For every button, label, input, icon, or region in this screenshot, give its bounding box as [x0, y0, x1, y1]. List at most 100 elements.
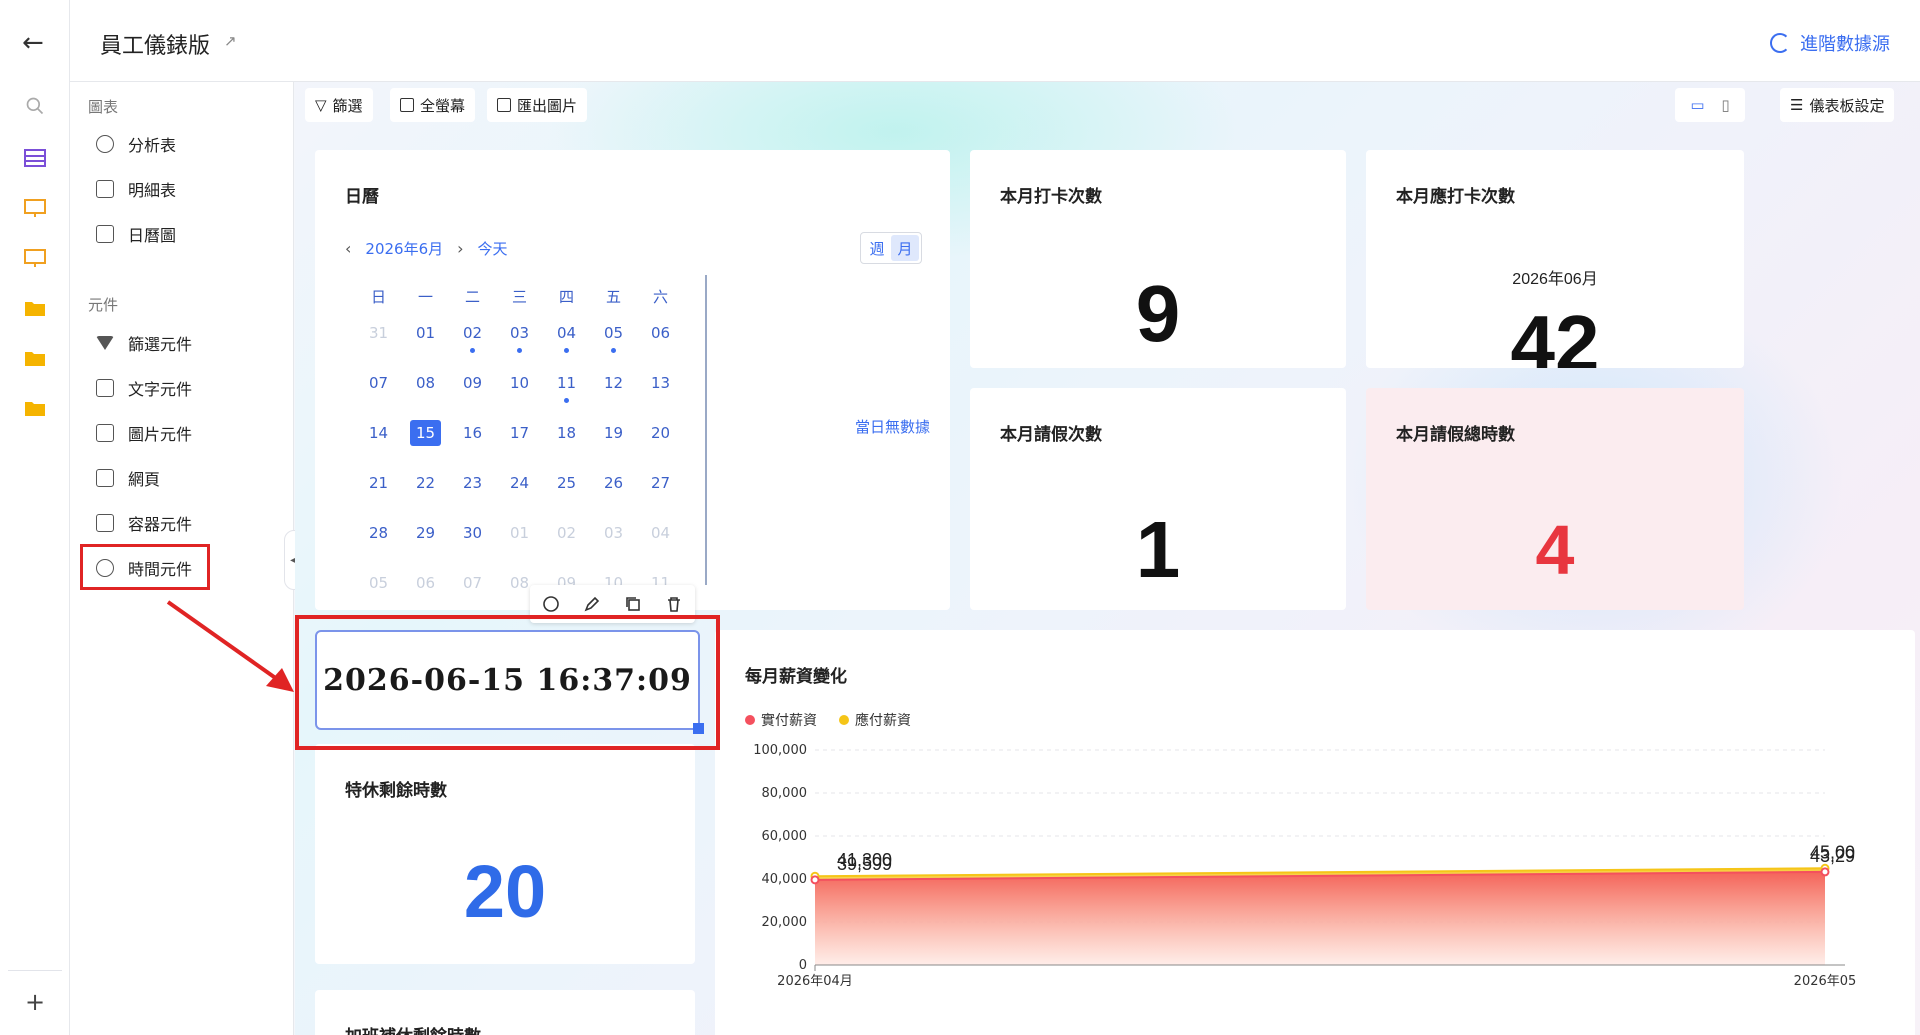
back-arrow-icon[interactable]: ← [22, 28, 44, 58]
calendar-day[interactable]: 01 [402, 316, 449, 366]
edit-pencil-icon[interactable] [583, 595, 601, 613]
calendar-day[interactable]: 19 [590, 416, 637, 466]
calendar-day[interactable]: 05 [355, 566, 402, 610]
calendar-day[interactable]: 17 [496, 416, 543, 466]
calendar-day[interactable]: 11 [543, 366, 590, 416]
calendar-day[interactable]: 02 [543, 516, 590, 566]
calendar-divider [705, 275, 707, 585]
panel-item-container-component[interactable]: 容器元件 [96, 506, 192, 540]
calendar-day[interactable]: 16 [449, 416, 496, 466]
device-toggle[interactable]: ▭ ▯ [1675, 88, 1745, 122]
calendar-day[interactable]: 06 [637, 316, 684, 366]
calendar-day[interactable]: 20 [637, 416, 684, 466]
calendar-day[interactable]: 07 [355, 366, 402, 416]
calendar-day[interactable]: 26 [590, 466, 637, 516]
calendar-week-row: 07 08 09 10 11 12 13 [355, 366, 685, 416]
text-icon [96, 379, 114, 397]
panel-item-detail-table[interactable]: 明細表 [96, 172, 176, 206]
dashboard-active-icon[interactable] [23, 248, 47, 268]
calendar-day-number: 22 [415, 474, 436, 492]
calendar-day-number: 02 [462, 324, 483, 342]
next-month-icon[interactable]: › [457, 239, 463, 258]
fullscreen-icon [400, 98, 414, 112]
calendar-day[interactable]: 03 [590, 516, 637, 566]
event-dot [517, 348, 522, 353]
legend-item-actual[interactable]: 實付薪資 [745, 710, 817, 730]
y-tick-label: 40,000 [762, 872, 808, 887]
calendar-day[interactable]: 21 [355, 466, 402, 516]
folder-icon[interactable] [23, 298, 47, 318]
dataset-icon[interactable] [23, 148, 47, 168]
calendar-day-number: 12 [603, 374, 624, 392]
calendar-day[interactable]: 29 [402, 516, 449, 566]
dashboard-icon[interactable] [23, 198, 47, 218]
calendar-day[interactable]: 30 [449, 516, 496, 566]
open-external-icon[interactable]: ↗ [224, 32, 237, 50]
style-palette-icon[interactable] [542, 595, 560, 613]
legend-item-payable[interactable]: 應付薪資 [839, 710, 911, 730]
panel-item-label: 明細表 [128, 181, 177, 200]
calendar-day[interactable]: 14 [355, 416, 402, 466]
panel-item-analysis-table[interactable]: 分析表 [96, 127, 176, 161]
calendar-day-selected[interactable]: 15 [402, 416, 449, 466]
calendar-day[interactable]: 12 [590, 366, 637, 416]
prev-month-icon[interactable]: ‹ [345, 239, 351, 258]
folder-icon[interactable] [23, 398, 47, 418]
panel-item-webpage[interactable]: 網頁 [96, 461, 160, 495]
calendar-day[interactable]: 05 [590, 316, 637, 366]
calendar-day[interactable]: 06 [402, 566, 449, 610]
folder-icon[interactable] [23, 348, 47, 368]
data-point [810, 875, 820, 885]
delete-trash-icon[interactable] [665, 595, 683, 613]
mobile-icon[interactable]: ▯ [1721, 96, 1729, 114]
calendar-day[interactable]: 07 [449, 566, 496, 610]
calendar-day-number: 25 [556, 474, 577, 492]
calendar-day[interactable]: 02 [449, 316, 496, 366]
month-view-button[interactable]: 月 [891, 235, 919, 261]
panel-item-filter-component[interactable]: 篩選元件 [96, 326, 192, 360]
copy-icon[interactable] [624, 595, 642, 613]
calendar-day[interactable]: 27 [637, 466, 684, 516]
fullscreen-button[interactable]: 全螢幕 [390, 88, 476, 122]
calendar-day[interactable]: 10 [496, 366, 543, 416]
export-image-button[interactable]: 匯出圖片 [487, 88, 588, 122]
today-button[interactable]: 今天 [478, 238, 508, 259]
calendar-day[interactable]: 25 [543, 466, 590, 516]
panel-item-image-component[interactable]: 圖片元件 [96, 416, 192, 450]
week-view-button[interactable]: 週 [863, 235, 891, 261]
calendar-day-number: 18 [556, 424, 577, 442]
filter-button[interactable]: ▽ 篩選 [305, 88, 373, 122]
calendar-day-number: 07 [368, 374, 389, 392]
calendar-day[interactable]: 24 [496, 466, 543, 516]
x-tick-label: 2026年04月 [777, 974, 853, 989]
calendar-day[interactable]: 01 [496, 516, 543, 566]
calendar-day[interactable]: 18 [543, 416, 590, 466]
calendar-day[interactable]: 22 [402, 466, 449, 516]
panel-item-text-component[interactable]: 文字元件 [96, 371, 192, 405]
calendar-day[interactable]: 03 [496, 316, 543, 366]
dashboard-canvas: ▽ 篩選 全螢幕 匯出圖片 ▭ ▯ ☰ 儀表板設定 日曆 ‹ 2026年6月 ›… [295, 82, 1920, 1035]
calendar-day[interactable]: 04 [637, 516, 684, 566]
search-icon[interactable] [23, 96, 47, 116]
calendar-day-number: 08 [509, 574, 530, 592]
advanced-data-source-button[interactable]: 進階數據源 [1770, 30, 1890, 56]
calendar-day[interactable]: 08 [402, 366, 449, 416]
calendar-day[interactable]: 31 [355, 316, 402, 366]
legend-label: 應付薪資 [855, 713, 911, 729]
desktop-icon[interactable]: ▭ [1690, 96, 1704, 114]
salary-chart-card: 每月薪資變化 實付薪資 應付薪資 100,000 80,000 60,000 40,0… [715, 630, 1915, 1035]
calendar-day[interactable]: 28 [355, 516, 402, 566]
leave-count-card: 本月請假次數 1 [970, 388, 1346, 610]
calendar-day[interactable]: 23 [449, 466, 496, 516]
calendar-week-row: 21 22 23 24 25 26 27 [355, 466, 685, 516]
dashboard-settings-button[interactable]: ☰ 儀表板設定 [1780, 88, 1895, 122]
calendar-day-number: 04 [650, 524, 671, 542]
add-icon[interactable]: + [25, 988, 45, 1016]
calendar-day[interactable]: 13 [637, 366, 684, 416]
calendar-day[interactable]: 09 [449, 366, 496, 416]
panel-item-calendar-chart[interactable]: 日曆圖 [96, 217, 176, 251]
series-area-0 [815, 871, 1825, 965]
calendar-day-number: 23 [462, 474, 483, 492]
calendar-day[interactable]: 04 [543, 316, 590, 366]
calendar-day-number: 02 [556, 524, 577, 542]
